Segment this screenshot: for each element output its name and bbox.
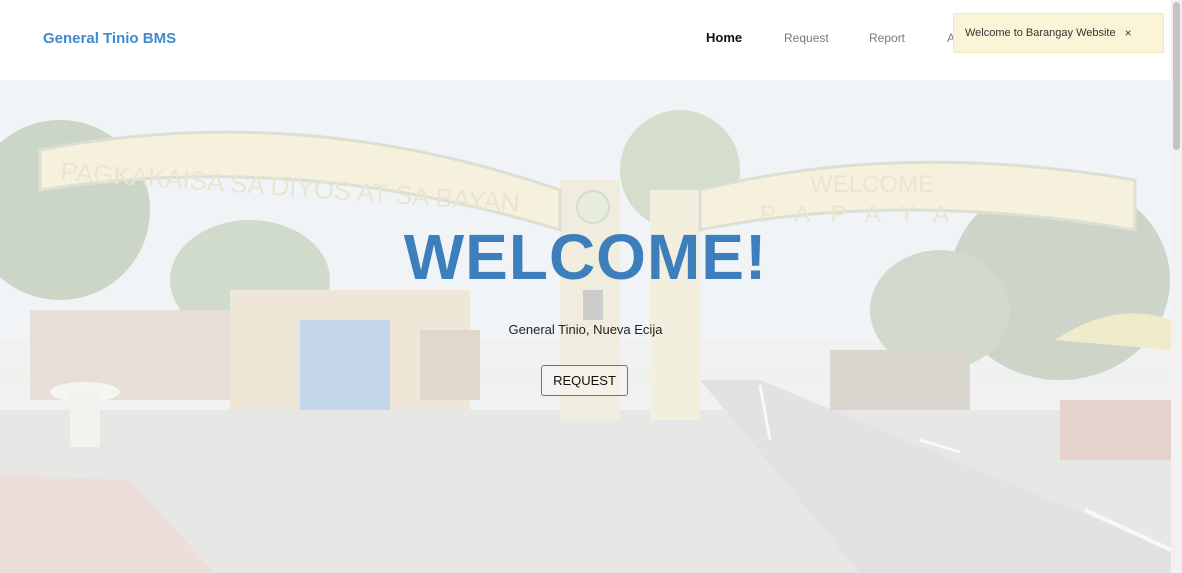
nav-link-home[interactable]: Home bbox=[706, 30, 742, 45]
request-button[interactable]: REQUEST bbox=[541, 365, 628, 396]
welcome-toast: Welcome to Barangay Website × bbox=[953, 13, 1164, 53]
nav-link-report[interactable]: Report bbox=[869, 31, 905, 45]
hero-title: WELCOME! bbox=[403, 221, 768, 293]
toast-message: Welcome to Barangay Website bbox=[965, 27, 1116, 39]
brand-logo-link[interactable]: General Tinio BMS bbox=[43, 30, 176, 47]
close-icon[interactable]: × bbox=[1125, 26, 1132, 40]
hero-subtitle: General Tinio, Nueva Ecija bbox=[508, 322, 663, 337]
page: General Tinio BMS Home Request Report A bbox=[0, 0, 1182, 573]
hero-section: PAGKAKAISA SA DIYOS AT SA BAYAN WELCOME … bbox=[0, 80, 1171, 573]
scrollbar-thumb[interactable] bbox=[1173, 2, 1180, 150]
page-scrollbar[interactable] bbox=[1171, 0, 1182, 573]
nav-link-request[interactable]: Request bbox=[784, 31, 829, 45]
